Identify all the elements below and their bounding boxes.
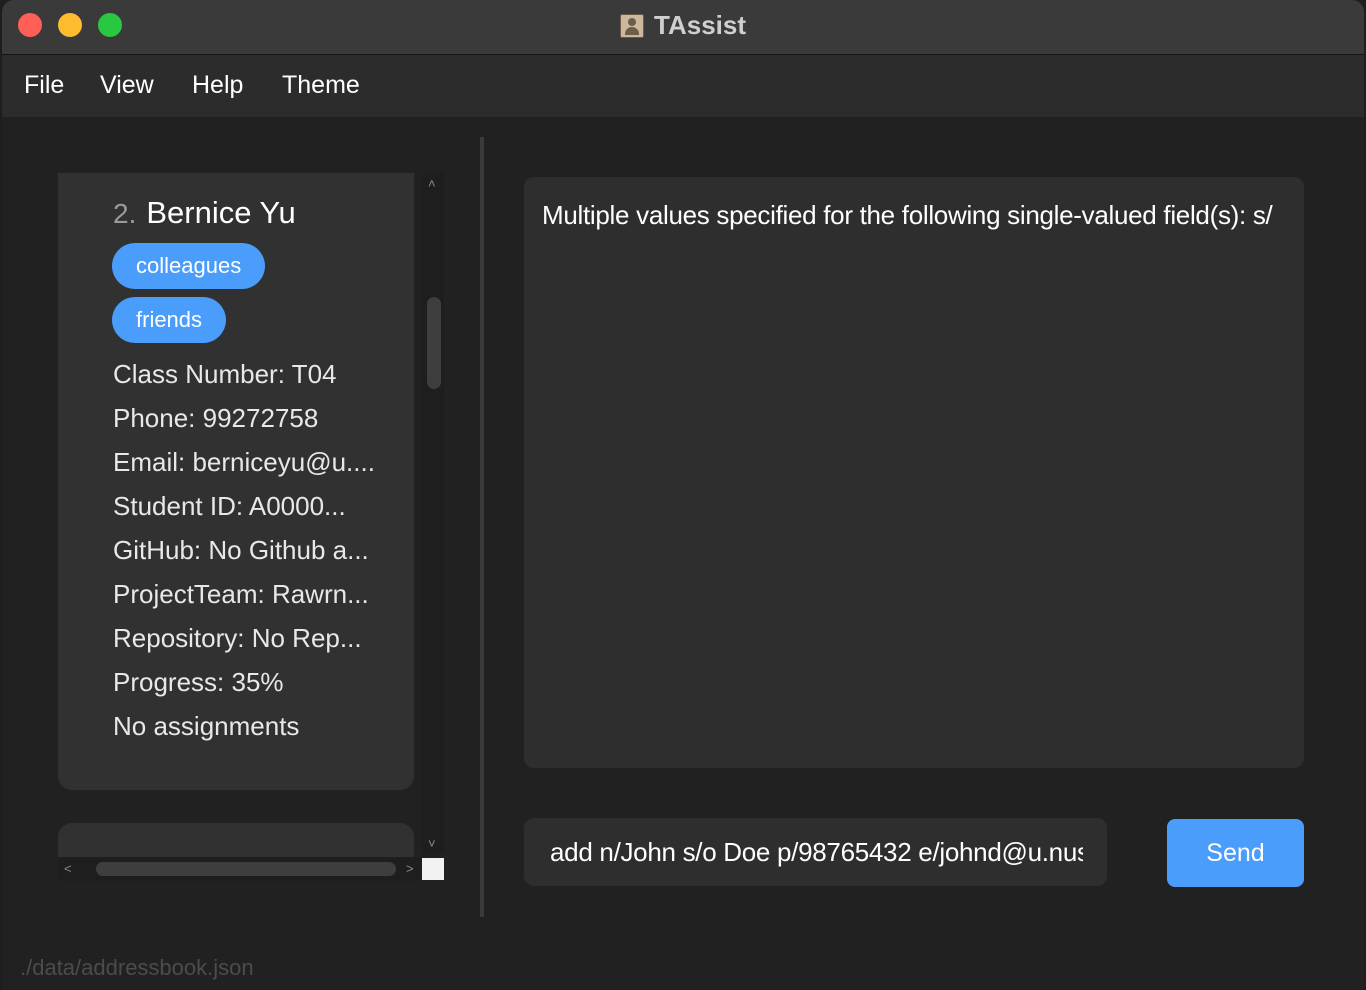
scrollbar-corner [422,858,444,880]
person-name-row: 2. Bernice Yu [113,195,296,231]
scroll-up-arrow-icon[interactable]: ˄ [428,177,436,190]
send-button[interactable]: Send [1167,819,1304,887]
menu-file[interactable]: File [24,71,64,100]
result-display: Multiple values specified for the follow… [524,177,1304,768]
phone-field: Phone: 99272758 [113,403,319,433]
app-window: TAssist File View Help Theme 2. Bernice Y… [2,0,1364,990]
student-id-field: Student ID: A0000... [113,491,346,521]
title-bar: TAssist [2,0,1364,55]
window-title-group: TAssist [2,10,1364,41]
main-content: 2. Bernice Yu colleagues friends Class Nu… [2,117,1364,990]
progress-field: Progress: 35% [113,667,284,697]
vertical-scroll-thumb[interactable] [427,297,441,389]
person-index: 2. [113,198,137,229]
command-box[interactable] [524,818,1107,886]
menu-bar: File View Help Theme [2,55,1364,117]
result-message: Multiple values specified for the follow… [542,200,1273,230]
command-input[interactable] [524,818,1107,886]
menu-view[interactable]: View [100,71,154,100]
tag-friends: friends [112,297,227,343]
list-horizontal-scrollbar[interactable]: ˂ ˃ [58,857,422,881]
scroll-down-arrow-icon[interactable]: ˅ [428,837,436,850]
project-team-field: ProjectTeam: Rawrn... [113,579,369,609]
person-card[interactable]: 2. Bernice Yu colleagues friends Class Nu… [58,173,414,790]
github-field: GitHub: No Github a... [113,535,369,565]
email-field: Email: berniceyu@u.... [113,447,375,477]
tag-colleagues: colleagues [112,243,266,289]
split-pane-divider[interactable] [480,137,484,917]
horizontal-scroll-thumb[interactable] [96,862,396,876]
app-icon [620,13,644,38]
window-title: TAssist [654,10,746,40]
menu-help[interactable]: Help [192,71,243,100]
repository-field: Repository: No Rep... [113,623,362,653]
person-name: Bernice Yu [146,195,296,230]
assignments-field: No assignments [113,711,300,741]
scroll-left-arrow-icon[interactable]: ˂ [64,862,72,875]
class-number-field: Class Number: T04 [113,359,337,389]
menu-theme[interactable]: Theme [282,71,360,100]
status-bar-file-path: ./data/addressbook.json [20,955,254,980]
person-list[interactable]: 2. Bernice Yu colleagues friends Class Nu… [58,173,414,880]
list-vertical-scrollbar[interactable]: ˄ ˅ [422,173,444,853]
scroll-right-arrow-icon[interactable]: ˃ [406,862,414,875]
